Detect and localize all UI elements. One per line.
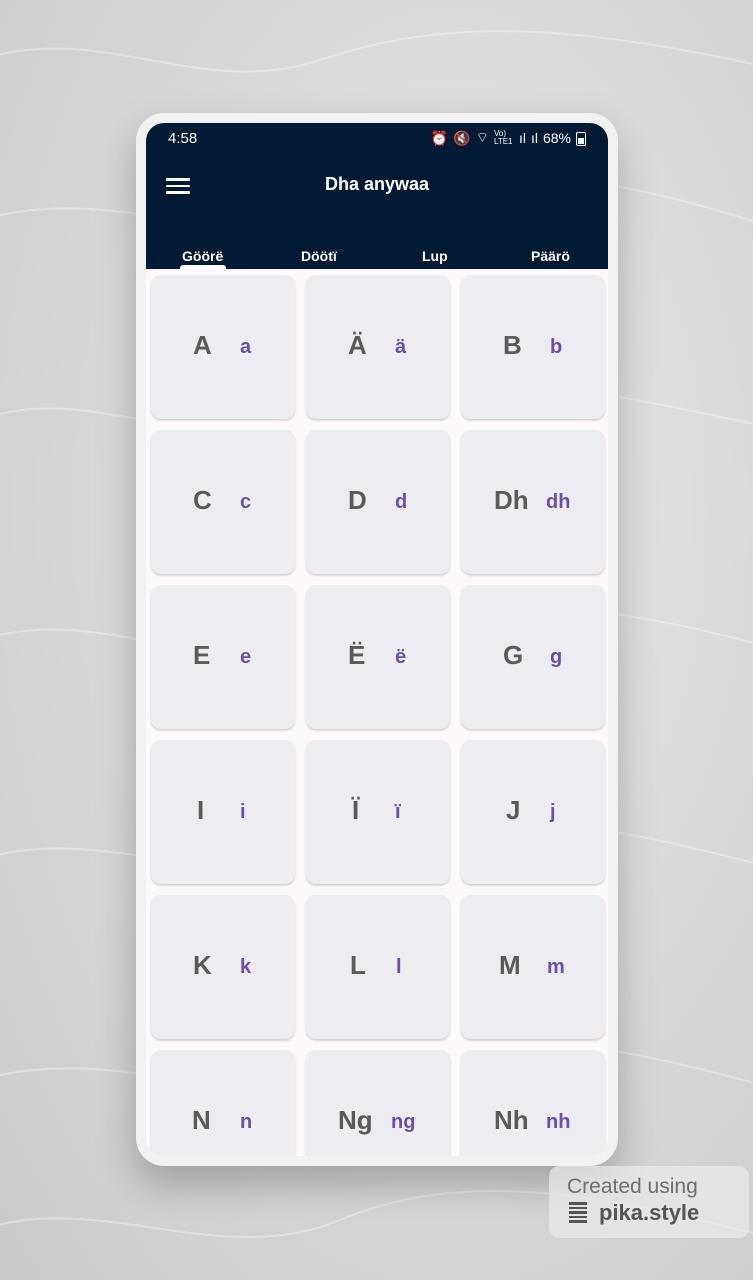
letter-card[interactable]: Dd [306, 430, 450, 574]
network-label: Vo) LTE1 [493, 129, 513, 146]
battery-level: 68% [542, 130, 571, 146]
letter-uppercase: A [193, 330, 212, 360]
letter-card[interactable]: Ää [306, 275, 450, 419]
signal-icon: ıl [518, 130, 526, 146]
letter-uppercase: M [499, 950, 521, 980]
letter-lowercase: n [240, 1111, 253, 1133]
letter-card[interactable]: Nn [151, 1050, 295, 1156]
letter-uppercase: B [503, 330, 522, 360]
tab-goore[interactable]: Göörë [182, 248, 223, 264]
letter-card[interactable]: Gg [461, 585, 605, 729]
mute-icon: 🔇 [453, 129, 471, 146]
letter-card[interactable]: Dh dh [461, 430, 605, 574]
letter-lowercase: e [240, 646, 252, 668]
letter-lowercase: k [240, 956, 252, 978]
phone-frame: 4:58 ⏰ 🔇 ⌔ Vo) LTE1 ıl ıl 68% Dha anywaa… [136, 113, 618, 1166]
letter-lowercase: dh [546, 491, 571, 513]
letter-card[interactable]: Ng ng [306, 1050, 450, 1156]
letter-card[interactable]: Nh nh [461, 1050, 605, 1156]
letter-lowercase: b [550, 336, 563, 358]
letter-uppercase: N [192, 1105, 211, 1135]
tab-dooti[interactable]: Döötï [301, 248, 337, 264]
letter-card[interactable]: Kk [151, 895, 295, 1039]
letter-lowercase: g [550, 646, 563, 668]
watermark-badge: Created using pika.style [549, 1166, 749, 1238]
letter-card[interactable]: Ïï [306, 740, 450, 884]
page-title: Dha anywaa [324, 174, 430, 194]
letter-lowercase: j [550, 801, 556, 823]
letter-card[interactable]: Aa [151, 275, 295, 419]
tab-lup[interactable]: Lup [422, 248, 448, 264]
letter-uppercase: J [506, 795, 521, 825]
letter-uppercase: I [197, 795, 205, 825]
letter-card[interactable]: Jj [461, 740, 605, 884]
letter-card[interactable]: Bb [461, 275, 605, 419]
letter-lowercase: ë [395, 646, 407, 668]
status-time: 4:58 [168, 130, 198, 147]
letter-uppercase: Ng [338, 1105, 373, 1135]
letter-uppercase: K [193, 950, 212, 980]
watermark-caption: Created using [567, 1175, 698, 1198]
letter-uppercase: E [193, 640, 211, 670]
status-icons: ⏰ 🔇 ⌔ Vo) LTE1 ıl ıl 68% [431, 129, 586, 147]
letter-lowercase: ï [395, 801, 401, 823]
battery-icon [576, 132, 586, 146]
letter-uppercase: G [503, 640, 524, 670]
app-bar: 4:58 ⏰ 🔇 ⌔ Vo) LTE1 ıl ıl 68% Dha anywaa… [146, 123, 608, 269]
letter-lowercase: d [395, 491, 408, 513]
letter-card[interactable]: Cc [151, 430, 295, 574]
letter-lowercase: nh [546, 1111, 571, 1133]
letter-card[interactable]: Ëë [306, 585, 450, 729]
letter-uppercase: Ë [348, 640, 366, 670]
letter-uppercase: Ä [348, 330, 367, 360]
pika-logo-icon [569, 1202, 587, 1224]
letter-lowercase: a [240, 336, 252, 358]
letter-card[interactable]: Ii [151, 740, 295, 884]
tab-paaro[interactable]: Päärö [531, 248, 570, 264]
letter-uppercase: Dh [494, 485, 529, 515]
letter-lowercase: i [240, 801, 246, 823]
letter-grid: Aa Ää Bb Cc Dd Dh dh Ee Ëë Gg Ii Ïï Jj Kk… [146, 269, 608, 1156]
letter-lowercase: c [240, 491, 252, 513]
letter-uppercase: L [350, 950, 366, 980]
letter-card[interactable]: Ll [306, 895, 450, 1039]
app-screen: 4:58 ⏰ 🔇 ⌔ Vo) LTE1 ıl ıl 68% Dha anywaa… [146, 123, 608, 1156]
letter-card[interactable]: Ee [151, 585, 295, 729]
alarm-icon: ⏰ [430, 129, 449, 146]
letter-lowercase: m [547, 956, 565, 978]
letter-lowercase: ng [391, 1111, 416, 1133]
letter-card[interactable]: Mm [461, 895, 605, 1039]
letter-uppercase: C [193, 485, 212, 515]
wifi-icon: ⌔ [475, 129, 489, 145]
letter-lowercase: l [396, 956, 402, 978]
letter-uppercase: Ï [352, 795, 360, 825]
letter-lowercase: ä [395, 336, 407, 358]
watermark-brand: pika.style [599, 1200, 700, 1225]
letter-uppercase: D [348, 485, 367, 515]
letter-uppercase: Nh [494, 1105, 529, 1135]
signal-icon: ıl [530, 130, 538, 146]
